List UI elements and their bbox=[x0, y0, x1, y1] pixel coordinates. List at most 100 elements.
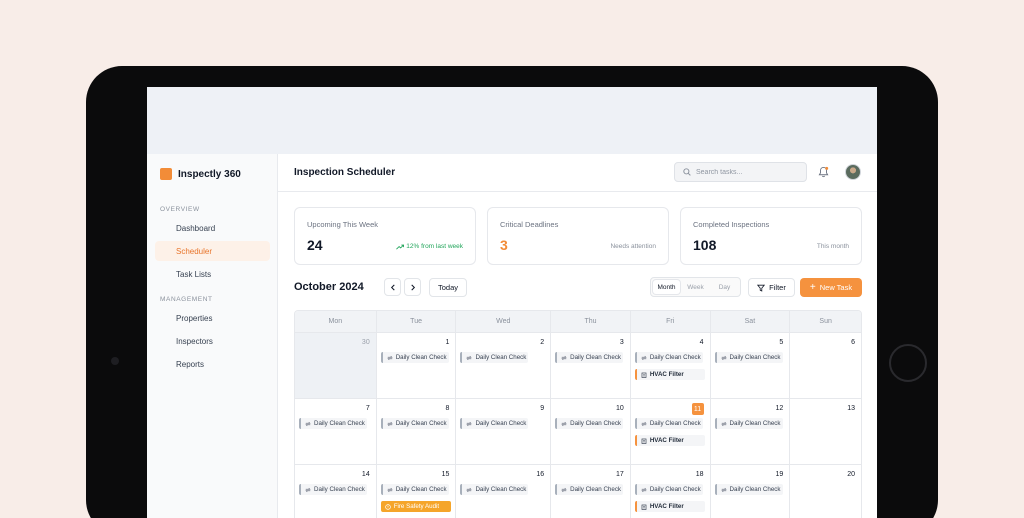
event-hvac[interactable]: HVAC Filter bbox=[634, 501, 705, 512]
day-number: 18 bbox=[695, 471, 704, 478]
event-daily[interactable]: Daily Clean Check bbox=[460, 484, 529, 495]
avatar[interactable] bbox=[845, 164, 861, 180]
event-daily[interactable]: Daily Clean Check bbox=[634, 352, 703, 363]
stat-note-text: 12% from last week bbox=[406, 243, 463, 250]
sidebar-item-task-lists[interactable]: Task Lists bbox=[155, 264, 270, 284]
event-label: Daily Clean Check bbox=[649, 354, 701, 361]
calendar-day-cell[interactable]: 11 Daily Clean Check HVAC Filter bbox=[631, 399, 711, 464]
sidebar-item-dashboard[interactable]: Dashboard bbox=[155, 218, 270, 238]
repeat-icon bbox=[561, 355, 567, 360]
repeat-icon bbox=[720, 421, 727, 426]
stat-label: Upcoming This Week bbox=[307, 220, 379, 229]
event-daily[interactable]: Daily Clean Check bbox=[555, 484, 624, 495]
calendar-day-cell[interactable]: 17 Daily Clean Check bbox=[551, 465, 631, 518]
calendar-day-cell[interactable]: 9 Daily Clean Check bbox=[456, 399, 552, 464]
event-label: Daily Clean Check bbox=[729, 486, 781, 493]
view-month-button[interactable]: Month bbox=[653, 280, 680, 294]
calendar-day-cell[interactable]: 12 Daily Clean Check bbox=[711, 399, 791, 464]
view-week-button[interactable]: Week bbox=[682, 280, 709, 294]
event-daily[interactable]: Daily Clean Check bbox=[299, 418, 367, 429]
repeat-icon bbox=[561, 421, 567, 426]
event-label: Daily Clean Check bbox=[649, 486, 701, 493]
next-month-button[interactable] bbox=[404, 278, 421, 296]
search-box[interactable] bbox=[674, 162, 807, 182]
clipboard-icon bbox=[641, 372, 647, 378]
day-number: 15 bbox=[441, 471, 450, 478]
sidebar-item-label: Scheduler bbox=[176, 246, 213, 256]
sidebar-item-properties[interactable]: Properties bbox=[155, 308, 270, 328]
calendar-day-cell[interactable]: 7 Daily Clean Check bbox=[295, 399, 377, 464]
prev-month-button[interactable] bbox=[384, 278, 401, 296]
stat-note: 12% from last week bbox=[396, 243, 463, 250]
repeat-icon bbox=[561, 487, 567, 492]
event-hvac[interactable]: HVAC Filter bbox=[634, 369, 705, 380]
event-daily[interactable]: Daily Clean Check bbox=[634, 484, 703, 495]
sidebar-item-scheduler[interactable]: Scheduler bbox=[155, 241, 270, 261]
event-hvac[interactable]: HVAC Filter bbox=[634, 435, 705, 446]
event-label: Daily Clean Check bbox=[729, 354, 781, 361]
event-daily[interactable]: Daily Clean Check bbox=[380, 418, 449, 429]
calendar-day-cell[interactable]: 2 Daily Clean Check bbox=[456, 333, 552, 398]
event-label: Daily Clean Check bbox=[395, 486, 447, 493]
search-input[interactable] bbox=[696, 168, 796, 176]
event-daily[interactable]: Daily Clean Check bbox=[714, 418, 783, 429]
filter-label: Filter bbox=[769, 283, 786, 292]
stat-card-upcoming: Upcoming This Week 24 12% from last week bbox=[294, 207, 476, 265]
chevron-left-icon bbox=[390, 284, 395, 290]
tablet-home-button[interactable] bbox=[889, 344, 927, 382]
event-daily[interactable]: Daily Clean Check bbox=[714, 352, 783, 363]
calendar-week: 14 Daily Clean Check 15 Daily Clean Check Fi… bbox=[295, 465, 861, 518]
day-number: 30 bbox=[361, 339, 370, 346]
event-label: Daily Clean Check bbox=[475, 354, 527, 361]
event-fire[interactable]: Fire Safety Audit bbox=[380, 501, 451, 512]
calendar-day-cell[interactable]: 14 Daily Clean Check bbox=[295, 465, 377, 518]
new-task-button[interactable]: + New Task bbox=[800, 278, 862, 297]
day-number: 1 bbox=[445, 339, 450, 346]
event-daily[interactable]: Daily Clean Check bbox=[555, 418, 624, 429]
calendar-day-cell[interactable]: 6 bbox=[790, 333, 861, 398]
event-daily[interactable]: Daily Clean Check bbox=[380, 352, 449, 363]
event-label: Daily Clean Check bbox=[570, 420, 622, 427]
event-daily[interactable]: Daily Clean Check bbox=[634, 418, 703, 429]
calendar-day-cell[interactable]: 13 bbox=[790, 399, 861, 464]
event-daily[interactable]: Daily Clean Check bbox=[380, 484, 449, 495]
event-label: HVAC Filter bbox=[649, 503, 684, 510]
filter-button[interactable]: Filter bbox=[748, 278, 795, 297]
calendar-day-cell[interactable]: 10 Daily Clean Check bbox=[551, 399, 631, 464]
calendar-day-cell[interactable]: 15 Daily Clean Check Fire Safety Audit bbox=[377, 465, 457, 518]
weekday-label: Sun bbox=[819, 318, 832, 325]
calendar-day-cell[interactable]: 18 Daily Clean Check HVAC Filter bbox=[631, 465, 711, 518]
today-button[interactable]: Today bbox=[429, 278, 467, 297]
weekday-header: Mon Tue Wed Thu Fri Sat Sun bbox=[295, 311, 861, 333]
brand[interactable]: Inspectly 360 bbox=[160, 168, 241, 180]
sidebar-item-reports[interactable]: Reports bbox=[155, 354, 270, 374]
calendar-day-cell[interactable]: 5 Daily Clean Check bbox=[711, 333, 791, 398]
event-daily[interactable]: Daily Clean Check bbox=[555, 352, 624, 363]
repeat-icon bbox=[641, 421, 647, 426]
sidebar-item-inspectors[interactable]: Inspectors bbox=[155, 331, 270, 351]
bell-icon[interactable] bbox=[818, 166, 829, 178]
sidebar: Inspectly 360 Overview Dashboard Schedul… bbox=[147, 154, 278, 518]
stat-value: 108 bbox=[693, 237, 717, 253]
weekday-label: Sat bbox=[711, 311, 791, 332]
event-daily[interactable]: Daily Clean Check bbox=[714, 484, 783, 495]
day-number: 2 bbox=[540, 339, 545, 346]
day-number: 4 bbox=[699, 339, 704, 346]
event-daily[interactable]: Daily Clean Check bbox=[460, 418, 529, 429]
event-daily[interactable]: Daily Clean Check bbox=[299, 484, 367, 495]
day-number: 12 bbox=[775, 405, 784, 412]
sidebar-item-label: Inspectors bbox=[176, 336, 213, 346]
calendar-day-cell[interactable]: 30 bbox=[295, 333, 377, 398]
calendar-day-cell[interactable]: 8 Daily Clean Check bbox=[377, 399, 457, 464]
event-label: HVAC Filter bbox=[649, 371, 684, 378]
calendar-day-cell[interactable]: 16 Daily Clean Check bbox=[456, 465, 552, 518]
header: Inspection Scheduler bbox=[278, 154, 877, 192]
calendar-day-cell[interactable]: 1 Daily Clean Check bbox=[377, 333, 457, 398]
event-daily[interactable]: Daily Clean Check bbox=[460, 352, 529, 363]
calendar-day-cell[interactable]: 19 Daily Clean Check bbox=[711, 465, 791, 518]
view-day-button[interactable]: Day bbox=[711, 280, 738, 294]
calendar-grid: Mon Tue Wed Thu Fri Sat Sun 30 1 Daily Clean Che… bbox=[294, 310, 862, 518]
calendar-day-cell[interactable]: 4 Daily Clean Check HVAC Filter bbox=[631, 333, 711, 398]
calendar-day-cell[interactable]: 20 bbox=[790, 465, 861, 518]
calendar-day-cell[interactable]: 3 Daily Clean Check bbox=[551, 333, 631, 398]
